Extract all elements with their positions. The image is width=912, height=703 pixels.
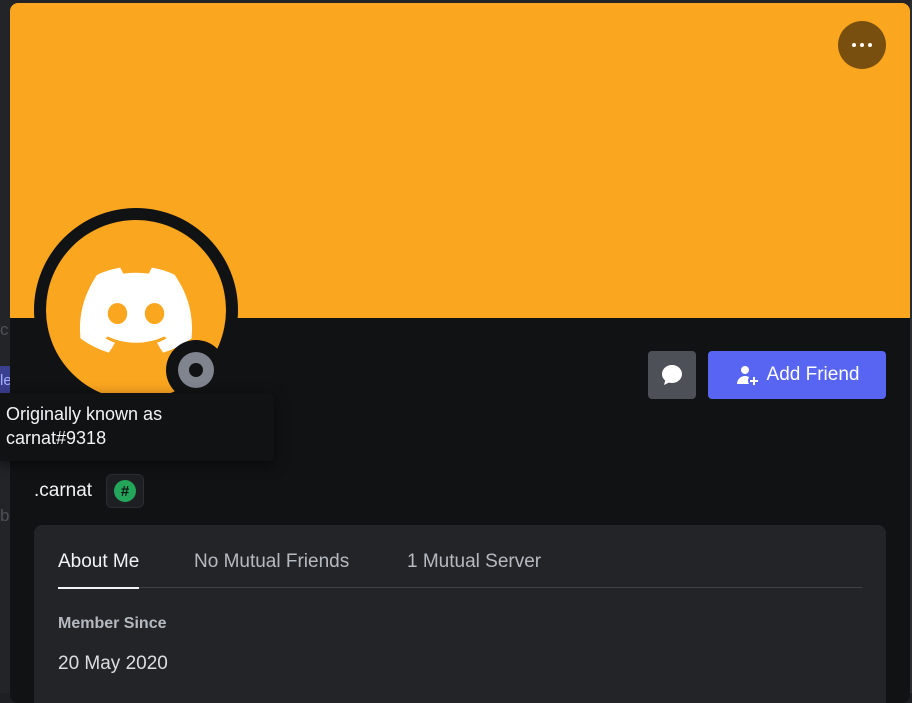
more-options-button[interactable]: [838, 21, 886, 69]
add-friend-label: Add Friend: [766, 364, 860, 385]
profile-tabs: About Me No Mutual Friends 1 Mutual Serv…: [58, 525, 862, 589]
more-horizontal-icon: [860, 43, 864, 47]
send-message-button[interactable]: [648, 351, 696, 399]
hashtag-badge-icon: #: [114, 480, 137, 502]
member-since-date: 20 May 2020: [58, 653, 168, 674]
status-indicator: [166, 340, 226, 400]
backdrop-text: c: [0, 320, 9, 339]
add-friend-button[interactable]: Add Friend: [708, 351, 886, 399]
tab-about-me[interactable]: About Me: [58, 551, 140, 589]
username-row: .carnat #: [34, 474, 145, 508]
chat-bubble-icon: [662, 365, 682, 385]
more-horizontal-icon: [868, 43, 872, 47]
profile-details-card: About Me No Mutual Friends 1 Mutual Serv…: [34, 525, 886, 703]
member-since-title: Member Since: [58, 615, 167, 632]
status-dot-inner: [189, 363, 203, 377]
tooltip-line-1: Originally known as: [6, 404, 163, 424]
original-name-tooltip: Originally known as carnat#9318: [0, 393, 274, 461]
tooltip-line-2: carnat#9318: [6, 428, 107, 448]
discord-logo-icon: [80, 267, 192, 353]
more-horizontal-icon: [852, 43, 856, 47]
username[interactable]: .carnat: [34, 480, 92, 502]
offline-status-icon: [178, 352, 214, 388]
tab-mutual-servers[interactable]: 1 Mutual Server: [407, 551, 541, 589]
tab-mutual-friends[interactable]: No Mutual Friends: [194, 551, 349, 589]
user-profile-modal: Add Friend .carnat # About Me No Mutual …: [10, 3, 910, 703]
person-add-icon: [736, 366, 758, 385]
backdrop-text: b: [0, 506, 10, 525]
avatar-container[interactable]: [34, 208, 238, 412]
profile-badge[interactable]: #: [106, 474, 145, 508]
